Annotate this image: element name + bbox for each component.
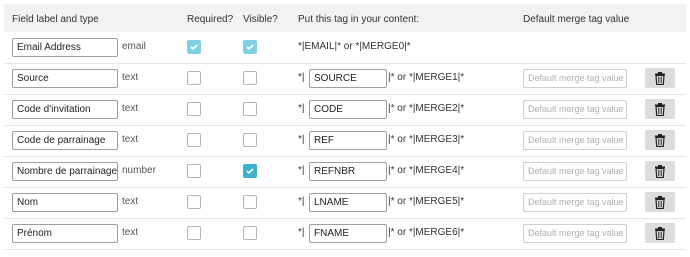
header-required: Required? (187, 14, 234, 25)
field-type: text (122, 72, 139, 83)
merge-tag-input[interactable]: CODE (309, 100, 387, 119)
merge-tag-input[interactable]: FNAME (309, 224, 387, 243)
trash-icon (655, 165, 665, 178)
default-value-input[interactable]: Default merge tag value (523, 100, 627, 119)
field-label-input[interactable]: Code d'invitation (12, 100, 118, 119)
table-row: Nom text *| LNAME |* or *|MERGE5|* Defau… (4, 187, 686, 219)
header-default: Default merge tag value (523, 14, 630, 25)
merge-prefix: *| (298, 72, 305, 83)
delete-button[interactable] (645, 99, 675, 119)
merge-fields-table: Field label and type Required? Visible? … (0, 0, 690, 257)
default-value-input[interactable]: Default merge tag value (523, 224, 627, 243)
field-label-input[interactable]: Nombre de parrainages (12, 162, 118, 181)
field-type: text (122, 103, 139, 114)
field-label-input[interactable]: Source (12, 69, 118, 88)
field-label-input[interactable]: Email Address (12, 38, 118, 57)
table-header: Field label and type Required? Visible? … (4, 4, 686, 32)
table-row-email: Email Address email *|EMAIL|* or *|MERGE… (4, 32, 686, 64)
default-value-input[interactable]: Default merge tag value (523, 131, 627, 150)
merge-prefix: *| (298, 134, 305, 145)
trash-icon (655, 103, 665, 116)
merge-suffix: |* or *|MERGE1|* (388, 72, 465, 83)
delete-button[interactable] (645, 161, 675, 181)
default-value-input[interactable]: Default merge tag value (523, 162, 627, 181)
merge-suffix: |* or *|MERGE2|* (388, 103, 465, 114)
delete-button[interactable] (645, 223, 675, 243)
delete-button[interactable] (645, 130, 675, 150)
visible-checkbox[interactable] (243, 133, 257, 147)
required-checkbox[interactable] (187, 71, 201, 85)
table-row: Code d'invitation text *| CODE |* or *|M… (4, 94, 686, 126)
merge-suffix: |* or *|MERGE5|* (388, 196, 465, 207)
table-row: Code de parrainage text *| REF |* or *|M… (4, 125, 686, 157)
visible-checkbox[interactable] (243, 226, 257, 240)
header-visible: Visible? (243, 14, 278, 25)
merge-tag-input[interactable]: REF (309, 131, 387, 150)
trash-icon (655, 72, 665, 85)
delete-button[interactable] (645, 68, 675, 88)
header-field-label: Field label and type (12, 14, 99, 25)
checkmark-icon (246, 44, 254, 51)
visible-checkbox[interactable] (243, 164, 257, 178)
required-checkbox[interactable] (187, 133, 201, 147)
merge-tag-text: *|EMAIL|* or *|MERGE0|* (298, 41, 411, 52)
merge-tag-input[interactable]: SOURCE (309, 69, 387, 88)
table-row: Source text *| SOURCE |* or *|MERGE1|* D… (4, 63, 686, 95)
merge-prefix: *| (298, 196, 305, 207)
field-label-input[interactable]: Prénom (12, 224, 118, 243)
trash-icon (655, 134, 665, 147)
merge-suffix: |* or *|MERGE3|* (388, 134, 465, 145)
checkmark-icon (246, 168, 254, 175)
default-value-input[interactable]: Default merge tag value (523, 193, 627, 212)
trash-icon (655, 196, 665, 209)
visible-checkbox[interactable] (243, 102, 257, 116)
merge-tag-input[interactable]: LNAME (309, 193, 387, 212)
field-label-input[interactable]: Code de parrainage (12, 131, 118, 150)
merge-tag-input[interactable]: REFNBR (309, 162, 387, 181)
visible-checkbox[interactable] (243, 71, 257, 85)
required-checkbox[interactable] (187, 226, 201, 240)
field-label-input[interactable]: Nom (12, 193, 118, 212)
table-row: Prénom text *| FNAME |* or *|MERGE6|* De… (4, 218, 686, 250)
required-checkbox[interactable] (187, 102, 201, 116)
trash-icon (655, 227, 665, 240)
merge-prefix: *| (298, 103, 305, 114)
visible-checkbox[interactable] (243, 195, 257, 209)
required-checkbox[interactable] (187, 195, 201, 209)
merge-suffix: |* or *|MERGE6|* (388, 227, 465, 238)
merge-suffix: |* or *|MERGE4|* (388, 165, 465, 176)
default-value-input[interactable]: Default merge tag value (523, 69, 627, 88)
header-tag: Put this tag in your content: (298, 14, 420, 25)
field-type: email (122, 41, 146, 52)
merge-prefix: *| (298, 165, 305, 176)
table-row: Nombre de parrainages number *| REFNBR |… (4, 156, 686, 188)
required-checkbox (187, 40, 201, 54)
field-type: number (122, 165, 156, 176)
checkmark-icon (190, 44, 198, 51)
merge-prefix: *| (298, 227, 305, 238)
field-type: text (122, 134, 139, 145)
visible-checkbox (243, 40, 257, 54)
required-checkbox[interactable] (187, 164, 201, 178)
field-type: text (122, 227, 139, 238)
delete-button[interactable] (645, 192, 675, 212)
field-type: text (122, 196, 139, 207)
